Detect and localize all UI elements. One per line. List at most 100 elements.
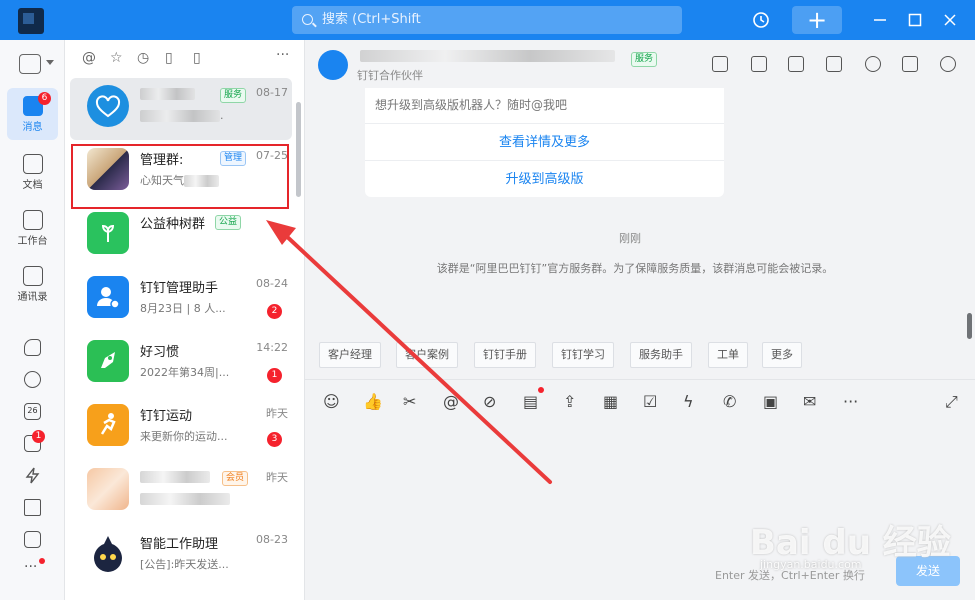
- list-item[interactable]: 钉钉运动 昨天 来更新你的运动... 3: [70, 397, 292, 459]
- unread-badge: 6: [38, 92, 51, 105]
- tools-icon[interactable]: [24, 499, 41, 516]
- quick-reply-button[interactable]: 服务助手: [630, 342, 692, 368]
- maximize-button[interactable]: [905, 6, 925, 34]
- thumbs-up-icon[interactable]: 👍: [363, 392, 383, 411]
- unread-badge: 2: [267, 304, 282, 319]
- chat-scrollbar[interactable]: [967, 313, 972, 339]
- conversation-name: 钉钉运动: [140, 409, 193, 424]
- mention-filter-icon[interactable]: @: [82, 50, 96, 66]
- slash-icon[interactable]: ⊘: [483, 392, 496, 411]
- history-icon[interactable]: [748, 6, 774, 34]
- unread-badge: 1: [267, 368, 282, 383]
- at-icon[interactable]: @: [443, 392, 459, 411]
- quick-reply-button[interactable]: 钉钉学习: [552, 342, 614, 368]
- robot-card: 想升级到高级版机器人？随时@我吧 查看详情及更多 升级到高级版: [365, 88, 724, 197]
- avatar: [87, 468, 129, 510]
- close-button[interactable]: [940, 6, 960, 34]
- conversation-preview: .: [140, 109, 224, 122]
- chat-subtitle: 钉钉合作伙伴: [357, 69, 423, 82]
- phone-icon[interactable]: [24, 339, 41, 356]
- todo-badge: 1: [32, 430, 45, 443]
- list-item[interactable]: 好习惯 14:22 2022年第34周|... 1: [70, 333, 292, 395]
- quick-reply-button[interactable]: 客户案例: [396, 342, 458, 368]
- checkbox-icon[interactable]: [751, 56, 767, 72]
- more-filter-icon[interactable]: ···: [276, 47, 289, 63]
- list-item[interactable]: 钉钉管理助手 08-24 8月23日 | 8 人... 2: [70, 269, 292, 331]
- nav-item-messages[interactable]: 消息 6: [7, 88, 58, 140]
- message-time: 刚刚: [619, 232, 641, 245]
- service-tag: 服务: [220, 88, 247, 103]
- upgrade-link[interactable]: 升级到高级版: [365, 160, 724, 197]
- star-filter-icon[interactable]: ☆: [110, 50, 123, 66]
- add-member-icon[interactable]: [865, 56, 881, 72]
- list-item[interactable]: 会员 昨天: [70, 461, 292, 523]
- list-item[interactable]: 服务 08-17 .: [70, 78, 292, 140]
- org-switcher-icon[interactable]: [19, 54, 41, 74]
- search-input[interactable]: 搜索 (Ctrl+Shift: [292, 6, 682, 34]
- highlight-box: [71, 144, 289, 209]
- live-icon[interactable]: ▣: [763, 392, 778, 411]
- call-icon[interactable]: ✆: [723, 392, 736, 411]
- conversation-preview: 来更新你的运动...: [140, 430, 228, 443]
- nav-label-docs: 文档: [22, 180, 43, 191]
- add-button[interactable]: +: [792, 6, 842, 34]
- speaker-icon[interactable]: [788, 56, 804, 72]
- conversation-time: 08-23: [256, 533, 288, 546]
- more-icon[interactable]: ···: [24, 560, 41, 579]
- list-filters: @ ☆ ◷ ▯ ▯ ···: [65, 40, 305, 78]
- minimize-button[interactable]: [870, 6, 890, 34]
- file-filter-icon[interactable]: ▯: [193, 50, 201, 66]
- lightning-icon[interactable]: ϟ: [683, 392, 694, 411]
- avatar: [87, 404, 129, 446]
- view-details-link[interactable]: 查看详情及更多: [365, 123, 724, 160]
- clock-filter-icon[interactable]: ◷: [137, 50, 149, 66]
- quick-reply-button[interactable]: 客户经理: [319, 342, 381, 368]
- quick-reply-button[interactable]: 钉钉手册: [474, 342, 536, 368]
- list-item[interactable]: 公益种树群 公益: [70, 205, 292, 267]
- list-scrollbar[interactable]: [296, 102, 301, 197]
- document-icon: [22, 154, 43, 174]
- card-question: 想升级到高级版机器人？随时@我吧: [375, 98, 568, 112]
- conversation-time: 08-17: [256, 86, 288, 99]
- watermark-url: jingyan.baidu.com: [760, 558, 862, 571]
- doc-add-icon[interactable]: ▤: [523, 392, 538, 411]
- task-icon[interactable]: ☑: [643, 392, 657, 411]
- calendar-icon[interactable]: ▦: [603, 392, 618, 411]
- nav-item-docs[interactable]: 文档: [7, 154, 58, 191]
- folder-icon[interactable]: [826, 56, 842, 72]
- nav-label-contacts: 通讯录: [17, 292, 48, 303]
- quick-reply-button[interactable]: 工单: [708, 342, 748, 368]
- list-item[interactable]: 智能工作助理 08-23 [公告]:昨天发送...: [70, 525, 292, 587]
- mail-icon[interactable]: ✉: [803, 392, 816, 411]
- expand-icon[interactable]: ⤢: [945, 392, 958, 412]
- gear-icon[interactable]: [940, 56, 956, 72]
- cloud-icon[interactable]: [24, 371, 41, 388]
- lightning-icon[interactable]: [24, 467, 41, 484]
- member-tag: 会员: [222, 471, 249, 486]
- search-placeholder: 搜索 (Ctrl+Shift: [322, 12, 421, 27]
- conversation-list: @ ☆ ◷ ▯ ▯ ··· 服务 08-17 . 管理群: 管理 07-25 心…: [65, 40, 305, 600]
- mail-icon[interactable]: [24, 531, 41, 548]
- more-tools-icon[interactable]: ···: [843, 392, 858, 411]
- emoji-icon[interactable]: ☺: [323, 392, 340, 411]
- nav-item-workbench[interactable]: 工作台: [7, 210, 58, 247]
- upload-icon[interactable]: ⇪: [563, 392, 576, 411]
- search-chat-icon[interactable]: [902, 56, 918, 72]
- quick-reply-button[interactable]: 更多: [762, 342, 802, 368]
- grid-icon: [22, 210, 43, 230]
- service-tag: 服务: [631, 52, 658, 67]
- conversation-name: [140, 469, 210, 484]
- conversation-preview: 2022年第34周|...: [140, 366, 230, 379]
- title-bar: 搜索 (Ctrl+Shift +: [0, 0, 975, 40]
- video-icon[interactable]: [712, 56, 728, 72]
- chevron-down-icon[interactable]: [46, 60, 54, 65]
- conversation-preview: [公告]:昨天发送...: [140, 558, 229, 571]
- contacts-icon: [22, 266, 43, 286]
- archive-filter-icon[interactable]: ▯: [165, 50, 173, 66]
- avatar: [87, 212, 129, 254]
- nav-item-contacts[interactable]: 通讯录: [7, 266, 58, 303]
- scissors-icon[interactable]: ✂: [403, 392, 416, 411]
- message-input-area[interactable]: ☺ 👍 ✂ @ ⊘ ▤ ⇪ ▦ ☑ ϟ ✆ ▣ ✉ ··· ⤢ Enter 发送…: [305, 379, 975, 600]
- calendar-icon[interactable]: 26: [24, 403, 41, 420]
- nav-label-workbench: 工作台: [17, 236, 48, 247]
